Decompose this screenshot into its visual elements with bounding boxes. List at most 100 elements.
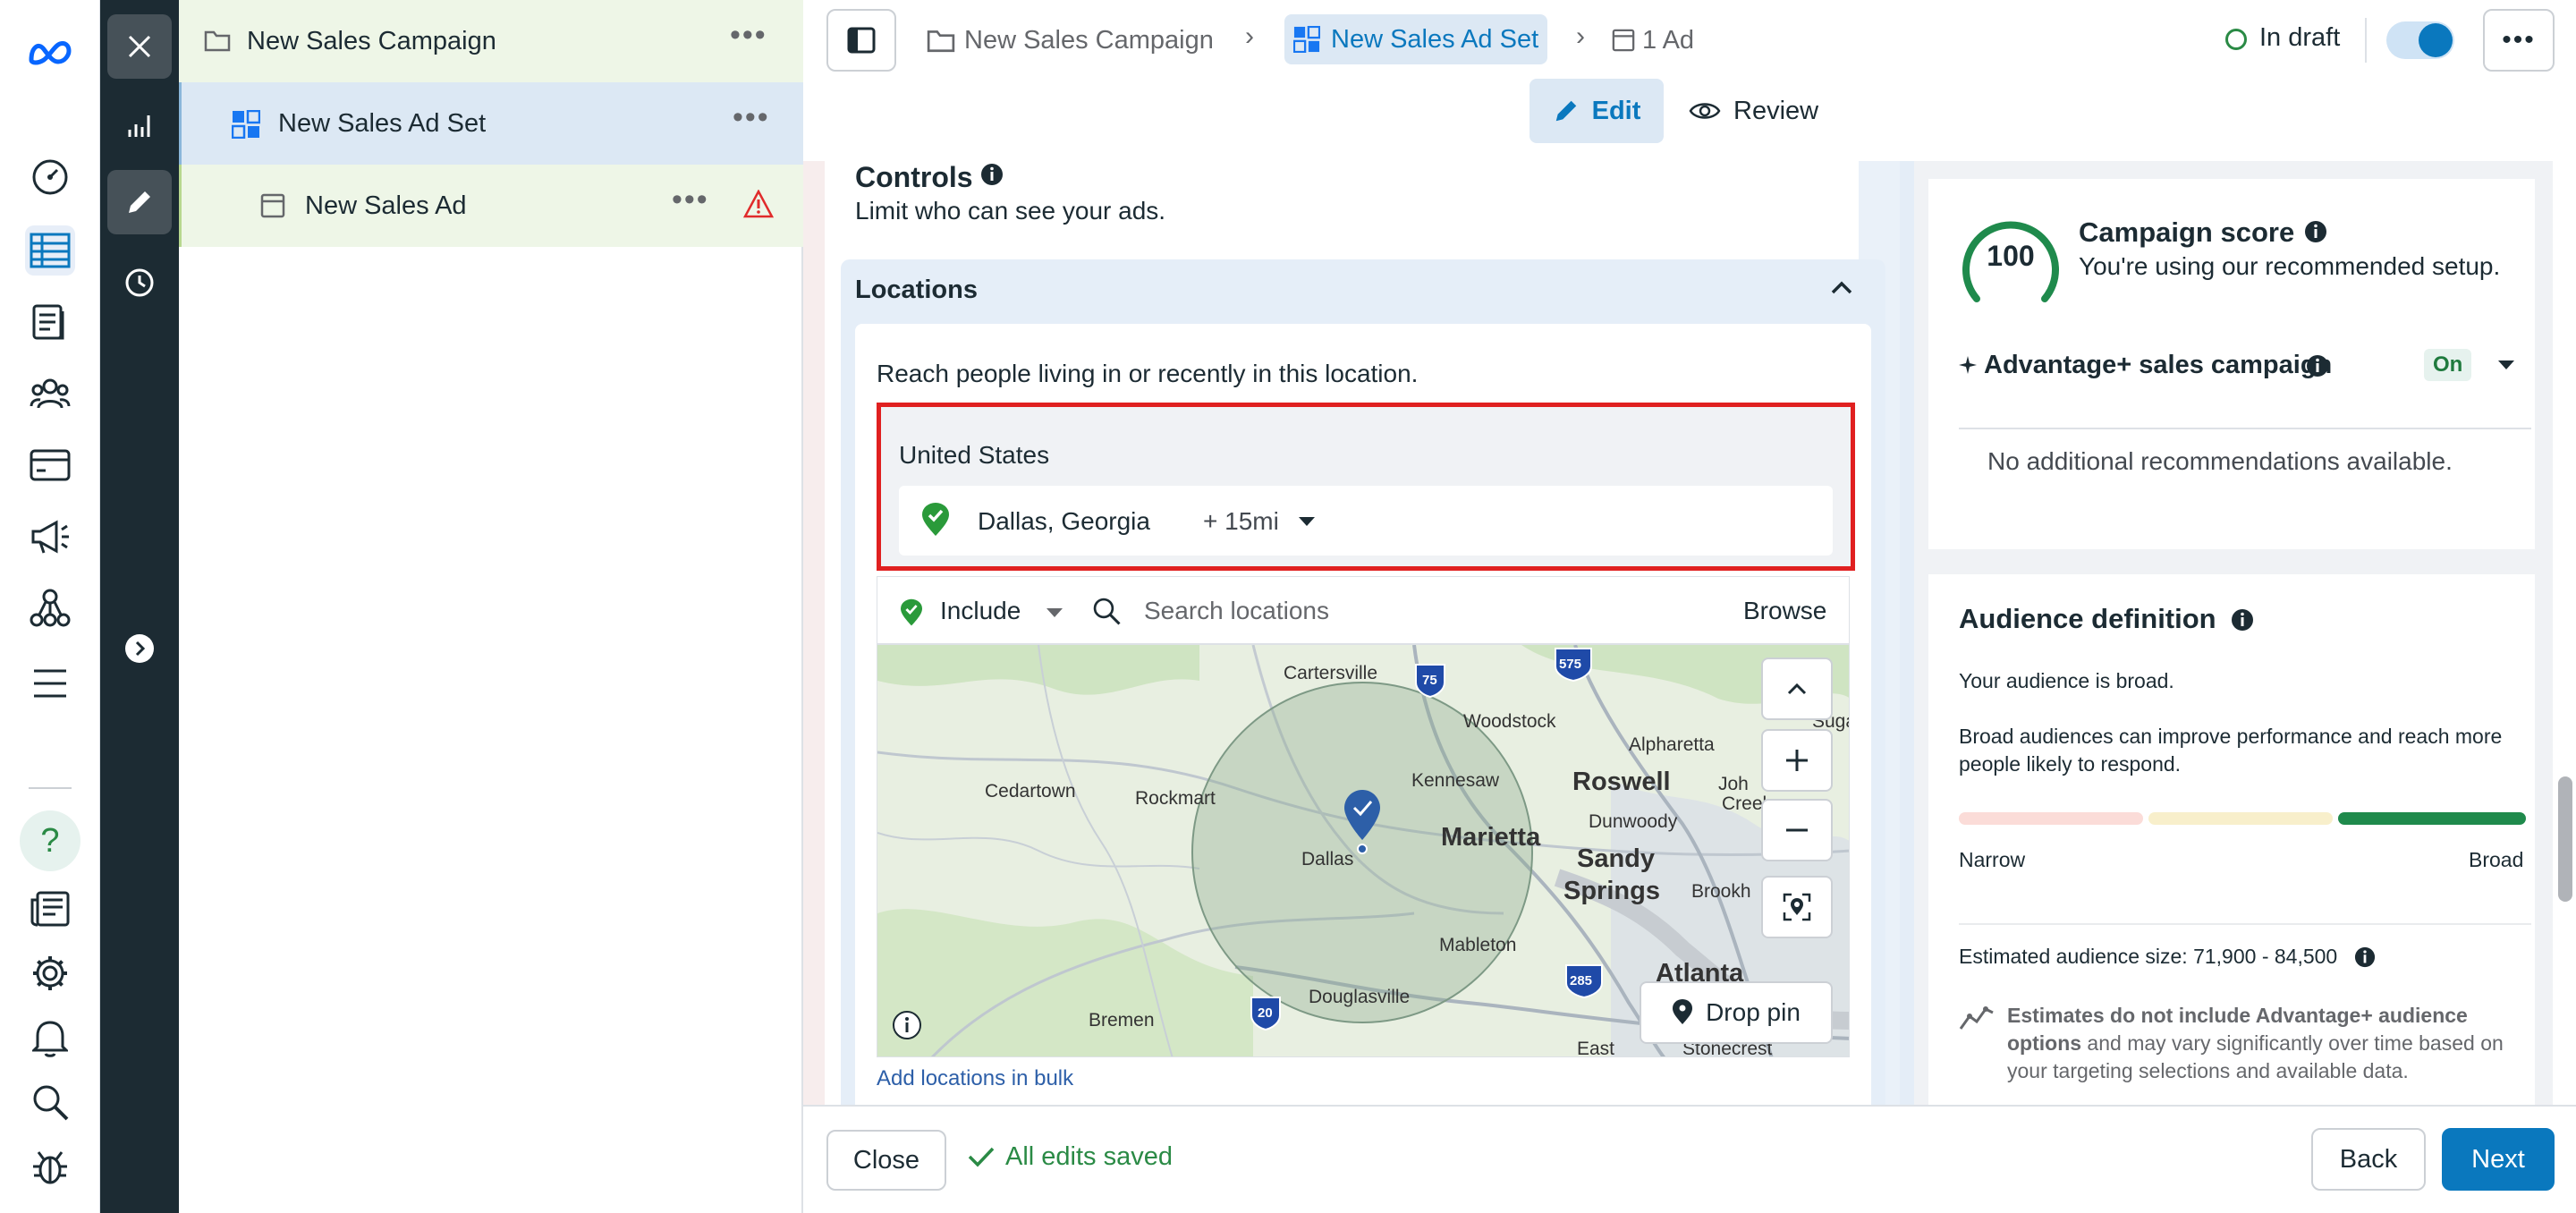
add-locations-bulk-link[interactable]: Add locations in bulk <box>877 1066 1073 1091</box>
svg-text:Joh: Joh <box>1718 774 1749 794</box>
info-icon[interactable] <box>2304 220 2327 243</box>
notifications-icon[interactable] <box>25 1013 75 1063</box>
campaign-score-subtitle: You're using our recommended setup. <box>2079 252 2501 280</box>
expand-sidebar-icon[interactable] <box>107 616 172 681</box>
recenter-button[interactable] <box>1761 876 1833 938</box>
info-icon[interactable] <box>2306 354 2329 377</box>
more-actions-button[interactable]: ••• <box>2483 9 2555 72</box>
edit-pencil-icon <box>1555 100 1576 122</box>
news-icon[interactable] <box>25 884 75 934</box>
audience-explanation: Broad audiences can improve performance … <box>1959 725 2503 776</box>
back-button[interactable]: Back <box>2311 1128 2426 1191</box>
locations-title: Locations <box>855 276 978 304</box>
performance-icon[interactable] <box>25 152 75 202</box>
breadcrumb-campaign[interactable]: New Sales Campaign <box>927 21 1214 59</box>
search-locations-input[interactable]: Search locations <box>1144 597 1329 625</box>
estimates-disclaimer: Estimates do not include Advantage+ audi… <box>2007 1004 2504 1082</box>
scrollbar-thumb[interactable] <box>2558 776 2572 902</box>
map-info-icon[interactable] <box>892 1010 922 1040</box>
audience-title: Audience definition <box>1959 603 2216 634</box>
divider <box>1959 428 2531 429</box>
include-dropdown[interactable]: Include <box>940 597 1021 625</box>
meter-broad-segment <box>2338 812 2526 825</box>
ad-page-icon <box>1612 29 1635 52</box>
map-collapse-button[interactable] <box>1761 657 1833 720</box>
meter-broad-label: Broad <box>2469 848 2524 871</box>
next-button[interactable]: Next <box>2442 1128 2555 1191</box>
selected-locations-box: United States Dallas, Georgia + 15mi <box>877 403 1855 571</box>
close-button[interactable]: Close <box>826 1130 946 1191</box>
edit-tab[interactable]: Edit <box>1530 79 1664 143</box>
editor-side-bar <box>100 0 179 1213</box>
locations-intro: Reach people living in or recently in th… <box>877 360 1419 387</box>
warning-icon[interactable] <box>743 190 774 218</box>
history-clock-icon[interactable] <box>107 250 172 315</box>
tree-ad-label: New Sales Ad <box>305 191 467 220</box>
tree-item-adset[interactable]: New Sales Ad Set ••• <box>179 82 803 165</box>
svg-text:Bremen: Bremen <box>1089 1010 1155 1031</box>
audiences-icon[interactable] <box>25 369 75 419</box>
location-map[interactable]: Cartersville Woodstock Alpharetta Kennes… <box>877 644 1850 1057</box>
draft-status-icon <box>2225 29 2247 50</box>
browse-button[interactable]: Browse <box>1743 597 1826 625</box>
chart-icon[interactable] <box>107 93 172 157</box>
campaigns-table-icon[interactable] <box>25 225 75 276</box>
controls-title: Controls <box>855 161 973 193</box>
review-tab[interactable]: Review <box>1689 79 1868 143</box>
settings-icon[interactable] <box>25 948 75 998</box>
info-icon[interactable] <box>2354 946 2376 968</box>
svg-text:Mableton: Mableton <box>1439 935 1516 955</box>
breadcrumb-adset[interactable]: New Sales Ad Set <box>1284 14 1548 64</box>
help-icon[interactable]: ? <box>20 810 80 871</box>
menu-icon[interactable] <box>25 658 75 708</box>
tree-item-campaign[interactable]: New Sales Campaign ••• <box>179 0 803 82</box>
zoom-in-button[interactable] <box>1761 729 1833 792</box>
drop-pin-button[interactable]: Drop pin <box>1640 981 1833 1044</box>
svg-text:75: 75 <box>1422 673 1437 688</box>
info-icon[interactable] <box>2231 608 2254 632</box>
breadcrumb-ad[interactable]: 1 Ad <box>1612 21 1694 59</box>
caret-down-icon[interactable] <box>1298 516 1316 527</box>
radius-label[interactable]: + 15mi <box>1203 507 1279 536</box>
chevron-up-icon <box>1787 683 1807 695</box>
pages-icon[interactable] <box>25 297 75 347</box>
tree-item-ad[interactable]: New Sales Ad ••• <box>179 165 803 247</box>
more-options-icon[interactable]: ••• <box>672 182 709 217</box>
sparkle-icon <box>1959 354 1980 376</box>
draft-toggle[interactable] <box>2386 21 2454 59</box>
eye-icon <box>1689 103 1721 119</box>
svg-text:575: 575 <box>1559 657 1581 672</box>
collapse-chevron-icon[interactable] <box>1830 279 1853 295</box>
close-icon[interactable] <box>107 14 172 79</box>
bug-report-icon[interactable] <box>25 1141 75 1192</box>
adset-grid-icon <box>232 110 260 139</box>
svg-text:Woodstock: Woodstock <box>1463 711 1556 732</box>
scrollbar-track[interactable] <box>2553 161 2576 1105</box>
edit-pencil-icon[interactable] <box>107 170 172 234</box>
selected-location-name: Dallas, Georgia <box>978 507 1150 535</box>
audience-breadth-text: Your audience is broad. <box>1959 669 2174 692</box>
divider <box>2365 18 2367 63</box>
svg-text:Dunwoody: Dunwoody <box>1589 811 1678 832</box>
meta-logo-icon[interactable] <box>25 27 75 77</box>
tree-adset-label: New Sales Ad Set <box>278 109 487 138</box>
svg-text:East: East <box>1577 1039 1614 1057</box>
divider <box>1959 923 2531 925</box>
info-icon[interactable] <box>980 163 1004 186</box>
more-options-icon[interactable]: ••• <box>733 100 770 135</box>
billing-icon[interactable] <box>25 440 75 490</box>
nav-rail: ? <box>0 0 100 1213</box>
check-icon <box>968 1146 995 1167</box>
business-tools-icon[interactable] <box>25 583 75 633</box>
search-icon[interactable] <box>25 1077 75 1127</box>
toggle-panel-button[interactable] <box>826 9 896 72</box>
chevron-right-icon: › <box>1576 21 1585 51</box>
more-options-icon[interactable]: ••• <box>730 18 767 53</box>
caret-down-icon[interactable] <box>1046 607 1063 618</box>
plus-icon <box>1786 750 1808 771</box>
zoom-out-button[interactable] <box>1761 799 1833 861</box>
ads-manager-megaphone-icon[interactable] <box>25 512 75 562</box>
caret-down-icon[interactable] <box>2497 360 2515 370</box>
svg-text:Dallas: Dallas <box>1301 849 1353 869</box>
selected-location-item[interactable]: Dallas, Georgia + 15mi <box>899 486 1833 556</box>
